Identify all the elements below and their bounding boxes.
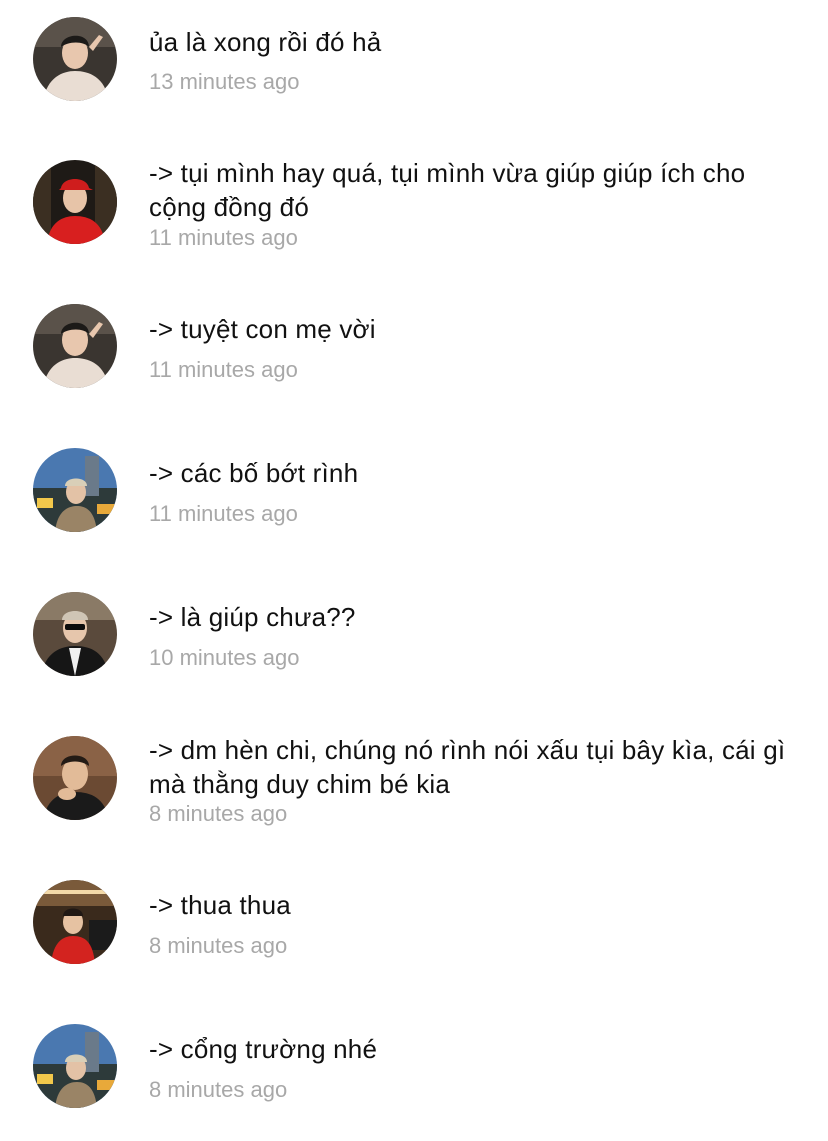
avatar-man-peace-sign-icon[interactable] [33, 304, 117, 388]
avatar-man-red-shirt-studio-icon[interactable] [33, 880, 117, 964]
avatar-man-city-night-icon[interactable] [33, 448, 117, 532]
comment-timestamp: 13 minutes ago [149, 69, 300, 94]
avatar-man-hand-chin-icon[interactable] [33, 736, 117, 820]
avatar-man-city-night-icon[interactable] [33, 1024, 117, 1108]
comment-text: -> là giúp chưa?? [149, 602, 356, 632]
avatar-man-sunglasses-icon[interactable] [33, 592, 117, 676]
comment-timestamp: 11 minutes ago [149, 501, 298, 526]
comment-timestamp: 11 minutes ago [149, 357, 298, 382]
comment-text: ủa là xong rồi đó hả [149, 27, 382, 57]
comment-timestamp: 11 minutes ago [149, 225, 298, 250]
comment-text: -> các bố bớt rình [149, 458, 359, 488]
comment-text: -> cổng trường nhé [149, 1034, 378, 1064]
comment-timestamp: 10 minutes ago [149, 645, 300, 670]
comment-text: -> dm hèn chi, chúng nó rình nói xấu tụi… [149, 735, 786, 799]
comment-text: -> tuyệt con mẹ vời [149, 314, 376, 344]
avatar-man-peace-sign-icon[interactable] [33, 17, 117, 101]
comment-text: -> tụi mình hay quá, tụi mình vừa giúp g… [149, 158, 746, 222]
comment-timestamp: 8 minutes ago [149, 801, 288, 826]
comment-text: -> thua thua [149, 890, 291, 920]
comment-timestamp: 8 minutes ago [149, 933, 288, 958]
comment-timestamp: 8 minutes ago [149, 1077, 288, 1102]
avatar-man-red-cap-icon[interactable] [33, 160, 117, 244]
